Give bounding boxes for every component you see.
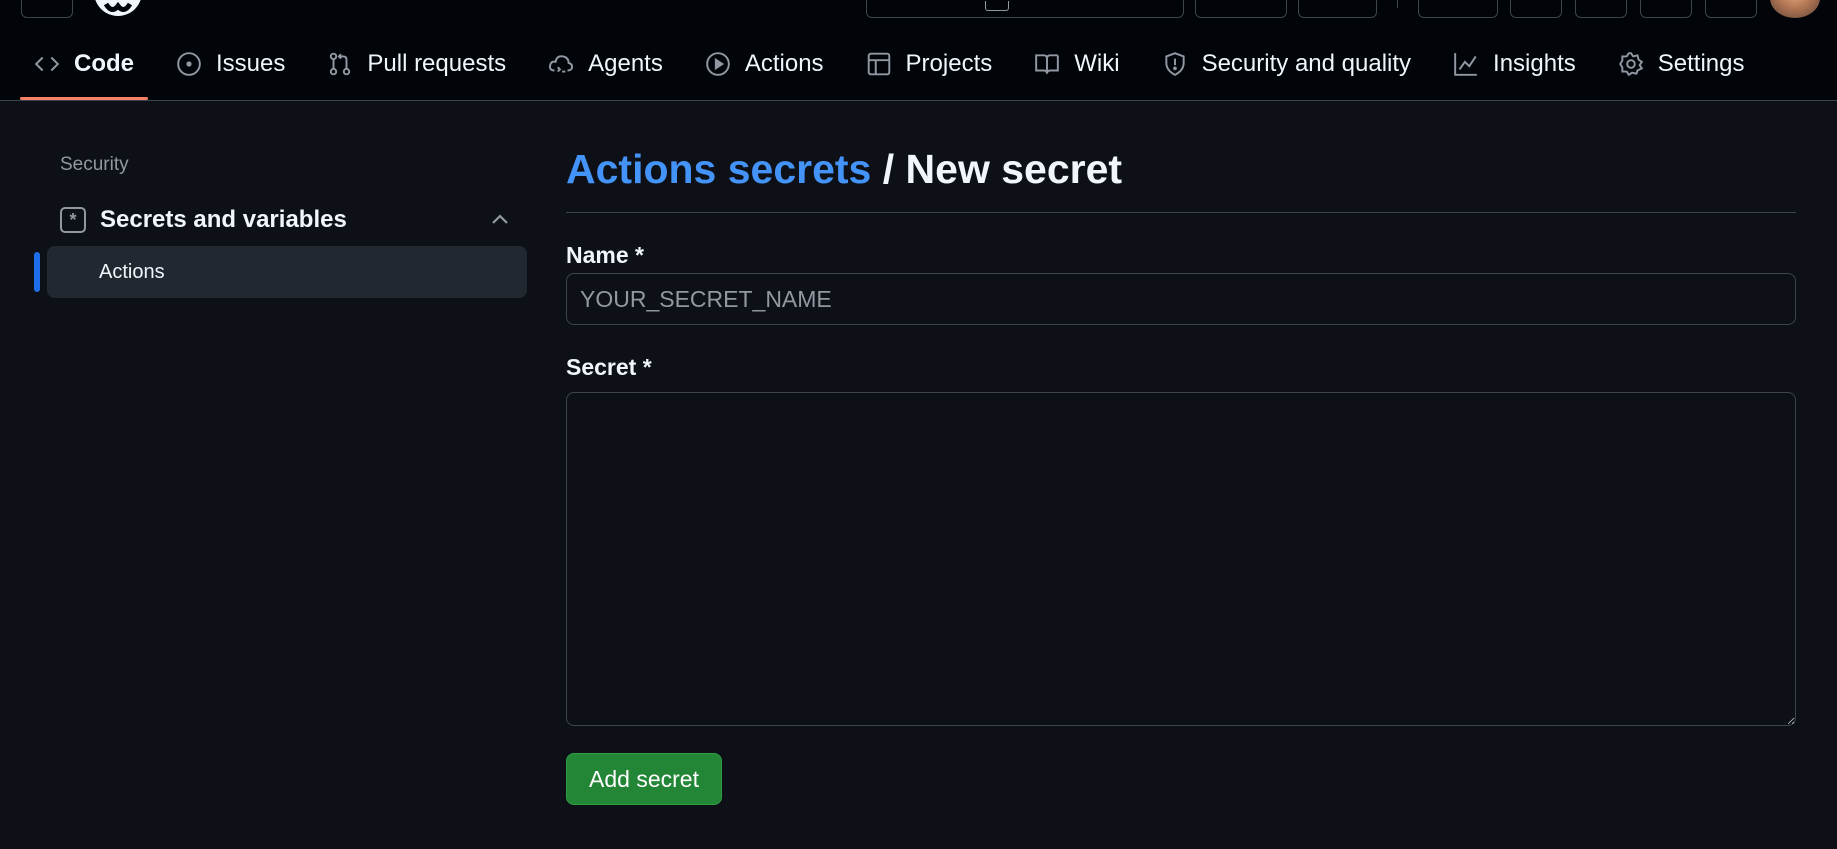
page-title-text: New secret <box>905 146 1123 192</box>
menu-button[interactable] <box>21 0 73 18</box>
tab-security-and-quality[interactable]: Security and quality <box>1148 36 1425 92</box>
tab-wiki-label: Wiki <box>1074 50 1120 77</box>
tab-agents-label: Agents <box>588 50 663 77</box>
secret-label: Secret * <box>566 354 652 380</box>
tab-projects[interactable]: Projects <box>852 36 1007 92</box>
tab-wiki[interactable]: Wiki <box>1020 36 1133 92</box>
graph-icon <box>1454 53 1477 76</box>
title-divider <box>566 212 1796 213</box>
sidebar-group-secrets-and-variables[interactable]: * Secrets and variables <box>60 202 514 238</box>
github-logo-icon[interactable] <box>92 0 144 18</box>
tab-actions[interactable]: Actions <box>691 36 838 92</box>
notifications-button[interactable] <box>1640 0 1692 18</box>
sidebar-item-actions[interactable]: Actions <box>47 246 527 298</box>
tab-pull-requests-label: Pull requests <box>367 50 507 77</box>
copilot-button[interactable] <box>1195 0 1287 18</box>
shield-icon <box>1164 52 1185 76</box>
tab-security-and-quality-label: Security and quality <box>1201 50 1412 77</box>
tab-projects-label: Projects <box>905 50 993 77</box>
issues-shortcut-button[interactable] <box>1418 0 1498 18</box>
search-input[interactable] <box>866 0 1184 18</box>
tab-issues[interactable]: Issues <box>162 36 299 92</box>
tab-issues-label: Issues <box>216 50 286 77</box>
repo-tabs: Code Issues Pull requests Agents Actions… <box>20 36 1772 100</box>
tab-agents[interactable]: Agents <box>534 36 677 92</box>
sidebar-group-label: Secrets and variables <box>100 206 347 233</box>
asterisk-icon: * <box>60 207 86 233</box>
breadcrumb-separator: / <box>871 146 906 192</box>
header-divider <box>1397 0 1398 8</box>
git-pull-request-icon <box>330 52 351 76</box>
page-title: Actions secrets / New secret <box>566 146 1122 193</box>
pull-requests-shortcut-button[interactable] <box>1575 0 1627 18</box>
book-icon <box>1035 54 1060 74</box>
slash-key-icon <box>985 1 1009 11</box>
selected-item-marker <box>34 252 40 292</box>
activity-button[interactable] <box>1510 0 1562 18</box>
tab-code[interactable]: Code <box>20 36 148 100</box>
create-new-button[interactable] <box>1298 0 1377 18</box>
issue-opened-icon <box>177 52 201 76</box>
gear-icon <box>1618 52 1644 77</box>
tab-code-label: Code <box>74 50 134 77</box>
chevron-up-icon <box>492 214 508 224</box>
secret-value-textarea[interactable] <box>566 392 1796 726</box>
tab-pull-requests[interactable]: Pull requests <box>313 36 520 92</box>
add-secret-button[interactable]: Add secret <box>566 753 722 805</box>
tab-settings[interactable]: Settings <box>1604 36 1759 92</box>
sidebar-section-heading: Security <box>60 154 129 175</box>
inbox-button[interactable] <box>1705 0 1757 18</box>
cloud-agent-icon <box>549 55 574 73</box>
name-label: Name * <box>566 242 644 268</box>
tab-actions-label: Actions <box>744 50 824 77</box>
table-icon <box>867 52 890 76</box>
play-icon <box>706 52 730 76</box>
breadcrumb-actions-secrets-link[interactable]: Actions secrets <box>566 146 871 192</box>
secret-name-input[interactable] <box>566 273 1796 325</box>
code-icon <box>34 56 60 72</box>
repo-header: Code Issues Pull requests Agents Actions… <box>0 0 1837 101</box>
tab-settings-label: Settings <box>1657 50 1745 77</box>
tab-insights[interactable]: Insights <box>1439 36 1590 92</box>
avatar[interactable] <box>1770 0 1820 18</box>
tab-insights-label: Insights <box>1493 50 1576 77</box>
